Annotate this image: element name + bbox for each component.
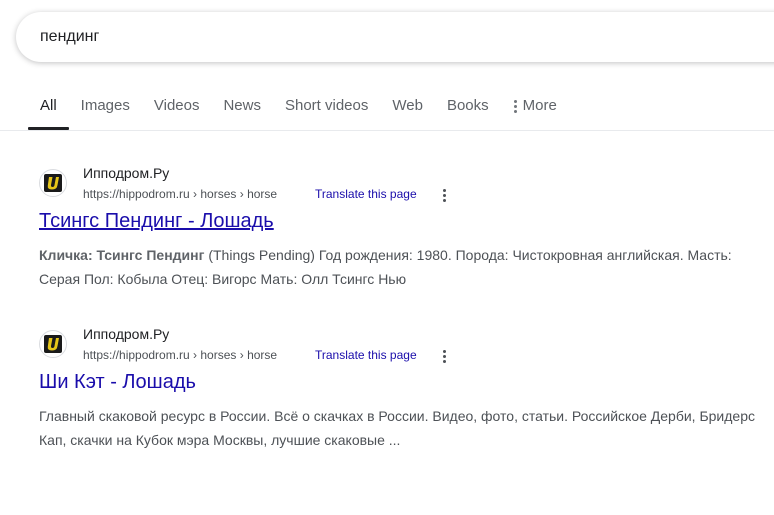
- translate-page-link[interactable]: Translate this page: [315, 187, 417, 201]
- search-tabs: All Images Videos News Short videos Web …: [28, 86, 569, 130]
- translate-page-link[interactable]: Translate this page: [315, 348, 417, 362]
- search-input[interactable]: [40, 26, 640, 48]
- more-options-icon[interactable]: [439, 187, 451, 203]
- site-favicon-icon: [39, 330, 67, 358]
- tab-short-videos-label: Short videos: [284, 97, 369, 114]
- tab-more[interactable]: More: [501, 86, 569, 130]
- tab-all-label: All: [40, 97, 57, 114]
- tab-videos-label: Videos: [153, 97, 200, 114]
- tab-web[interactable]: Web: [380, 86, 435, 130]
- tab-news[interactable]: News: [211, 86, 273, 130]
- search-result: Ипподром.Ру https://hippodrom.ru › horse…: [39, 164, 759, 287]
- tab-all[interactable]: All: [28, 86, 69, 130]
- site-name: Ипподром.Ру: [83, 165, 170, 181]
- vertical-dots-icon: [513, 99, 517, 113]
- result-title-link[interactable]: Тсингс Пендинг - Лошадь: [39, 210, 274, 233]
- more-options-icon[interactable]: [439, 348, 451, 364]
- search-results-page: All Images Videos News Short videos Web …: [0, 0, 774, 515]
- tab-web-label: Web: [392, 97, 423, 114]
- tab-videos[interactable]: Videos: [142, 86, 212, 130]
- site-url: https://hippodrom.ru › horses › horse: [83, 348, 278, 362]
- site-favicon-icon: [39, 169, 67, 197]
- search-result: Ипподром.Ру https://hippodrom.ru › horse…: [39, 325, 759, 448]
- search-bar[interactable]: [16, 12, 774, 62]
- tab-images-label: Images: [80, 97, 130, 114]
- tab-news-label: News: [223, 97, 261, 114]
- result-title-link[interactable]: Ши Кэт - Лошадь: [39, 371, 196, 394]
- tab-books[interactable]: Books: [435, 86, 501, 130]
- snippet-bold: Кличка: Тсингс Пендинг: [39, 247, 205, 263]
- tab-more-label: More: [522, 97, 557, 114]
- site-url: https://hippodrom.ru › horses › horse: [83, 187, 278, 201]
- tab-images[interactable]: Images: [69, 86, 142, 130]
- tabs-divider: [0, 130, 774, 131]
- tab-short-videos[interactable]: Short videos: [273, 86, 380, 130]
- site-name: Ипподром.Ру: [83, 326, 170, 342]
- result-snippet: Кличка: Тсингс Пендинг (Things Pending) …: [39, 243, 759, 291]
- tab-books-label: Books: [446, 97, 489, 114]
- result-snippet: Главный скаковой ресурс в России. Всё о …: [39, 408, 755, 448]
